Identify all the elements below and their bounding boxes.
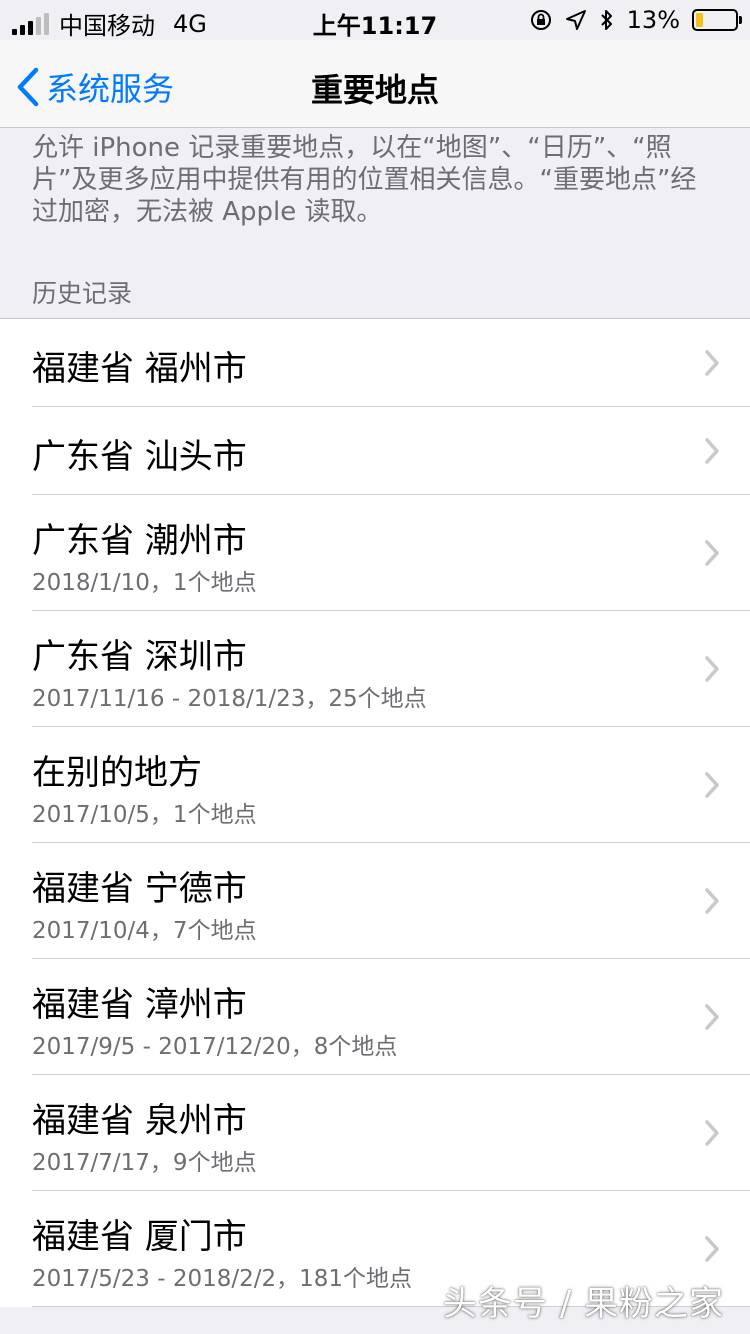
list-item[interactable]: 福建省 泉州市 2017/7/17，9个地点 — [0, 1075, 750, 1191]
chevron-right-icon — [705, 772, 719, 798]
page-title: 重要地点 — [310, 71, 439, 109]
list-item-title: 广东省 潮州市 — [32, 521, 247, 561]
list-item-title: 福建省 泉州市 — [32, 1101, 247, 1141]
list-item-subtitle: 2017/5/23 - 2018/2/2，181个地点 — [32, 1266, 413, 1292]
list-item[interactable]: 广东省 潮州市 2018/1/10，1个地点 — [0, 495, 750, 611]
chevron-right-icon — [705, 888, 719, 914]
description-text: 允许 iPhone 记录重要地点，以在“地图”、“日历”、“照片”及更多应用中提… — [32, 133, 697, 227]
list-item[interactable]: 福建省 宁德市 2017/10/4，7个地点 — [0, 843, 750, 959]
list-item[interactable]: 在别的地方 2017/10/5，1个地点 — [0, 727, 750, 843]
list-item-title: 福建省 宁德市 — [32, 869, 247, 909]
watermark: 头条号 / 果粉之家 — [442, 1284, 724, 1324]
chevron-right-icon — [705, 1236, 719, 1262]
chevron-right-icon — [705, 540, 719, 566]
chevron-right-icon — [705, 656, 719, 682]
list-item[interactable]: 福建省 福州市 — [0, 319, 750, 407]
list-item-title: 福建省 福州市 — [32, 349, 247, 389]
status-bar: 中国移动 4G 上午11:17 13% — [0, 0, 750, 40]
orientation-lock-icon — [530, 10, 551, 30]
battery-icon — [692, 9, 742, 31]
location-arrow-icon — [565, 10, 586, 30]
list-item-title: 在别的地方 — [32, 753, 202, 793]
list-item[interactable]: 福建省 漳州市 2017/9/5 - 2017/12/20，8个地点 — [0, 959, 750, 1075]
list-item-subtitle: 2017/9/5 - 2017/12/20，8个地点 — [32, 1034, 398, 1060]
section-header: 历史记录 — [32, 279, 133, 308]
bluetooth-icon — [600, 10, 612, 30]
history-list: 福建省 福州市 广东省 汕头市 广东省 潮州市 2018/1/10，1个地点 广… — [0, 318, 750, 1307]
chevron-right-icon — [705, 350, 719, 376]
list-item-subtitle: 2017/10/5，1个地点 — [32, 802, 257, 828]
chevron-right-icon — [705, 1120, 719, 1146]
status-right: 13% — [529, 6, 742, 34]
navigation-bar: 系统服务 重要地点 — [0, 40, 750, 128]
list-item-title: 福建省 厦门市 — [32, 1217, 247, 1257]
list-item-title: 福建省 漳州市 — [32, 985, 247, 1025]
chevron-right-icon — [705, 438, 719, 464]
list-item[interactable]: 广东省 汕头市 — [0, 407, 750, 495]
list-item-subtitle: 2017/7/17，9个地点 — [32, 1150, 257, 1176]
list-item-title: 广东省 深圳市 — [32, 637, 247, 677]
chevron-right-icon — [705, 1004, 719, 1030]
list-item-title: 广东省 汕头市 — [32, 437, 247, 477]
list-item-subtitle: 2017/11/16 - 2018/1/23，25个地点 — [32, 686, 427, 712]
list-item-subtitle: 2017/10/4，7个地点 — [32, 918, 257, 944]
battery-percent: 13% — [626, 6, 680, 34]
list-item-subtitle: 2018/1/10，1个地点 — [32, 570, 257, 596]
list-item[interactable]: 广东省 深圳市 2017/11/16 - 2018/1/23，25个地点 — [0, 611, 750, 727]
